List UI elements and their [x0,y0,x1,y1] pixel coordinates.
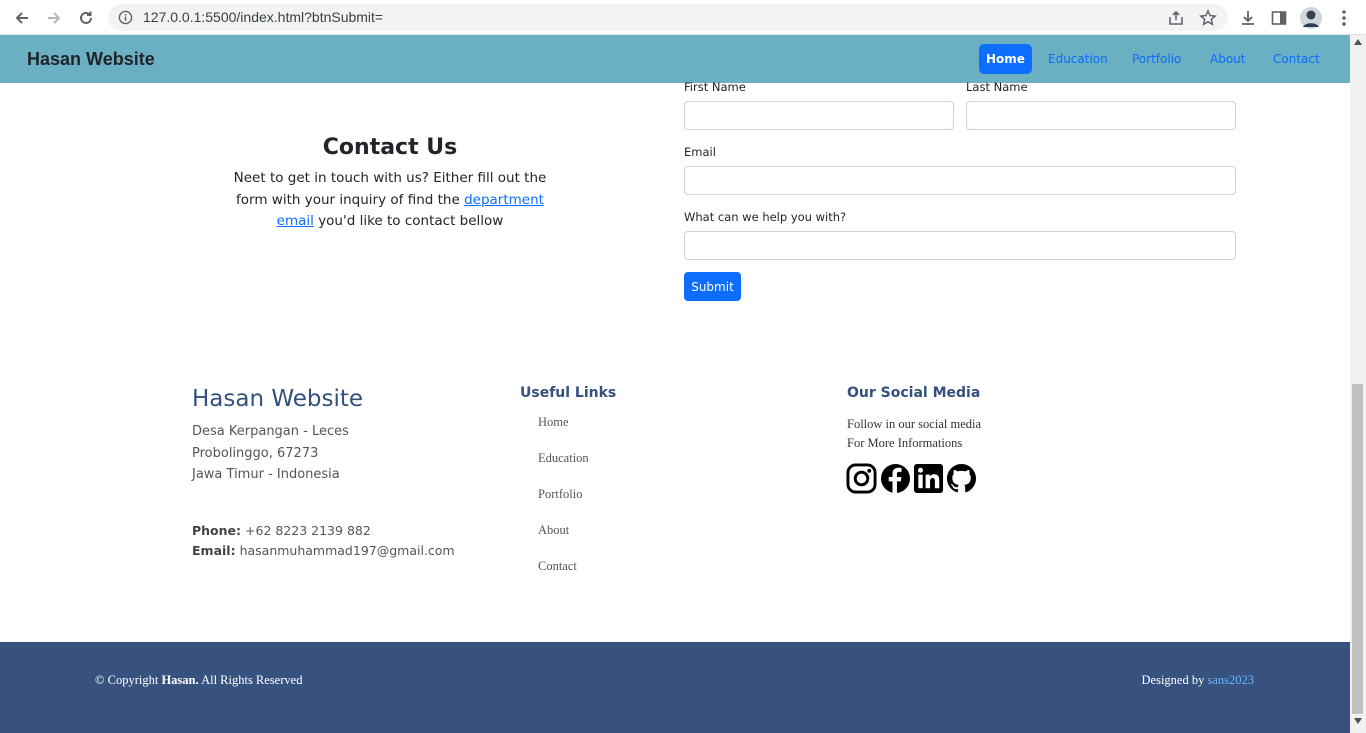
nav-link-home[interactable]: Home [979,44,1032,74]
phone-value: +62 8223 2139 882 [245,523,371,538]
footer-brand: Hasan Website [192,386,364,412]
footer-link-home[interactable]: Home [538,415,569,430]
address-bar[interactable]: 127.0.0.1:5500/index.html?btnSubmit= [108,4,1228,31]
copyright-prefix: © Copyright [95,673,159,687]
scroll-up-icon[interactable] [1354,39,1362,45]
email-value: hasanmuhammad197@gmail.com [239,543,455,558]
footer-address: Desa Kerpangan - Leces Probolinggo, 6727… [192,421,349,486]
nav-link-contact[interactable]: Contact [1266,44,1327,74]
site-navbar: Hasan Website Home Education Portfolio A… [0,35,1350,83]
footer-link-about[interactable]: About [538,523,569,538]
facebook-icon[interactable] [880,463,911,494]
last-name-input[interactable] [966,101,1236,130]
browser-toolbar: 127.0.0.1:5500/index.html?btnSubmit= [0,0,1366,35]
reload-icon[interactable] [74,6,98,30]
footer-link-portfolio[interactable]: Portfolio [538,487,582,502]
contact-title: Contact Us [322,135,458,160]
footer-link-education[interactable]: Education [538,451,589,466]
social-media-text: Follow in our social media For More Info… [847,415,981,452]
email-input[interactable] [684,166,1236,195]
address-line: Probolinggo, 67273 [192,445,319,461]
forward-icon[interactable] [42,6,66,30]
profile-avatar-icon[interactable] [1299,6,1323,30]
github-icon[interactable] [946,463,977,494]
scrollbar-thumb[interactable] [1352,384,1363,714]
social-text-line: For More Informations [847,435,963,450]
footer-phone: Phone: +62 8223 2139 882 [192,523,371,538]
scroll-down-icon[interactable] [1354,718,1362,724]
help-input[interactable] [684,231,1236,260]
navbar-brand[interactable]: Hasan Website [27,49,155,70]
designer-link[interactable]: sans2023 [1207,673,1254,687]
email-label: Email: [192,543,236,558]
footer-email: Email: hasanmuhammad197@gmail.com [192,543,455,558]
address-line: Jawa Timur - Indonesia [192,467,340,482]
bookmark-star-icon[interactable] [1199,9,1217,27]
page-scrollbar[interactable] [1350,35,1366,733]
menu-kebab-icon[interactable] [1332,6,1356,30]
footer-bottom-bar: © Copyright Hasan. All Rights Reserved D… [0,642,1350,733]
share-icon[interactable] [1167,9,1185,27]
help-label: What can we help you with? [684,210,847,224]
nav-link-portfolio[interactable]: Portfolio [1125,44,1188,74]
useful-links-title: Useful Links [520,385,617,401]
nav-link-education[interactable]: Education [1041,44,1115,74]
copyright-text: © Copyright Hasan. All Rights Reserved [95,673,302,688]
first-name-input[interactable] [684,101,954,130]
last-name-label: Last Name [966,80,1028,94]
back-icon[interactable] [10,6,34,30]
designed-by: Designed by sans2023 [1142,673,1255,688]
download-icon[interactable] [1236,6,1260,30]
submit-button[interactable]: Submit [684,272,741,301]
address-line: Desa Kerpangan - Leces [192,424,349,439]
phone-label: Phone: [192,523,242,538]
first-name-label: First Name [684,80,746,94]
linkedin-icon[interactable] [913,463,944,494]
footer-link-contact[interactable]: Contact [538,559,577,574]
copyright-name: Hasan. [161,673,199,687]
side-panel-icon[interactable] [1267,6,1291,30]
social-media-title: Our Social Media [847,385,981,401]
email-label: Email [684,145,716,159]
social-text-line: Follow in our social media [847,417,982,431]
instagram-icon[interactable] [846,463,877,494]
contact-description: Neet to get in touch with us? Either fil… [218,168,562,233]
site-info-icon[interactable] [118,10,133,25]
designed-prefix: Designed by [1141,673,1205,687]
copyright-suffix: All Rights Reserved [201,673,303,687]
contact-text-end: you'd like to contact bellow [318,213,504,229]
url-text: 127.0.0.1:5500/index.html?btnSubmit= [143,9,384,25]
nav-link-about[interactable]: About [1203,44,1252,74]
